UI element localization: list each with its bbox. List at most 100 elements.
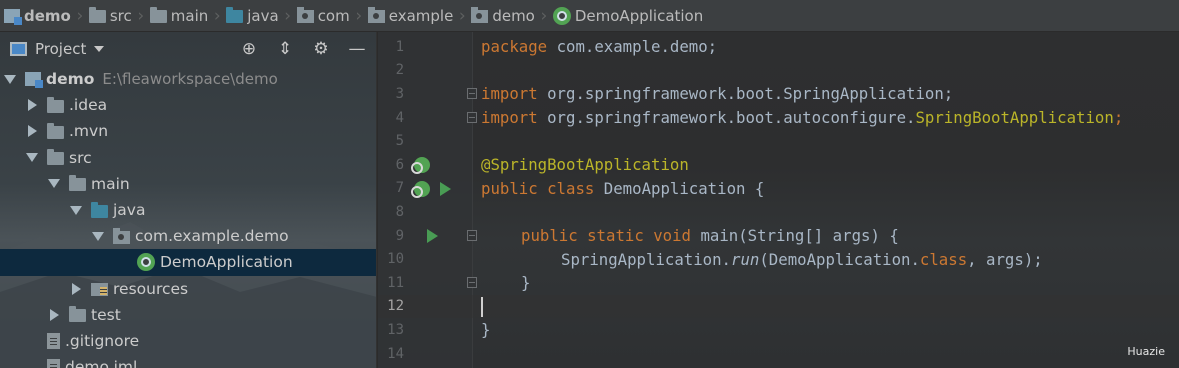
breadcrumb-item-src[interactable]: src xyxy=(88,0,132,32)
locate-file-icon[interactable]: ⊕ xyxy=(240,39,258,59)
run-icon[interactable] xyxy=(440,181,451,196)
code-line[interactable]: 7 public class DemoApplication { xyxy=(378,177,1179,201)
fold-marker-icon[interactable] xyxy=(467,277,477,288)
code-line-current[interactable]: 12 xyxy=(378,294,1179,319)
chevron-right-icon: › xyxy=(213,5,221,26)
tree-item-demo[interactable]: demo E:\fleaworkspace\demo xyxy=(0,66,376,92)
code-class-declaration: DemoApplication { xyxy=(594,178,765,198)
tree-item-idea[interactable]: .idea xyxy=(0,92,376,118)
breadcrumb-label: DemoApplication xyxy=(574,6,704,25)
code-line[interactable]: 10 SpringApplication.run(DemoApplication… xyxy=(378,247,1179,271)
gear-icon[interactable]: ⚙ xyxy=(312,39,330,59)
collapsed-arrow-icon[interactable] xyxy=(26,125,38,137)
fold-marker-icon[interactable] xyxy=(467,229,477,241)
code-import-path: org.springframework.boot.SpringApplicati… xyxy=(537,84,954,104)
code-line[interactable]: 14 xyxy=(378,342,1179,366)
breadcrumb-item-example[interactable]: example xyxy=(367,0,454,32)
spring-bean-gutter-icon[interactable] xyxy=(411,157,430,174)
code-text: public class DemoApplication { xyxy=(481,179,764,198)
code-line[interactable]: 2 xyxy=(378,59,1179,83)
expand-arrow-icon[interactable] xyxy=(70,204,82,216)
run-icon[interactable] xyxy=(427,228,438,243)
project-view-selector[interactable]: Project xyxy=(35,40,86,58)
code-line[interactable]: 6 @SpringBootApplication xyxy=(378,153,1179,177)
tree-item-label: demo xyxy=(46,70,95,89)
module-icon xyxy=(4,8,22,25)
line-number: 11 xyxy=(387,274,404,291)
code-line[interactable]: 5 xyxy=(378,129,1179,153)
keyword-class: class xyxy=(919,249,968,269)
code-class-ref: SpringApplication. xyxy=(561,249,732,269)
line-number: 7 xyxy=(395,180,404,197)
tree-item-label: java xyxy=(113,201,146,220)
tree-item-label: resources xyxy=(113,279,189,298)
tree-item-label: com.example.demo xyxy=(135,227,289,246)
breadcrumb-item-main[interactable]: main xyxy=(149,0,208,32)
tree-item-demoapplication[interactable]: DemoApplication xyxy=(0,249,376,276)
code-line[interactable]: 1 package com.example.demo; xyxy=(378,35,1179,59)
breadcrumb-item-com[interactable]: com xyxy=(296,0,350,32)
line-number: 5 xyxy=(395,133,404,150)
tree-item-resources[interactable]: resources xyxy=(0,276,376,302)
code-text: SpringApplication.run(DemoApplication.cl… xyxy=(561,250,1043,269)
tree-item-mvn[interactable]: .mvn xyxy=(0,118,376,144)
line-number: 13 xyxy=(387,321,404,338)
project-tree: demo E:\fleaworkspace\demo .idea .mvn sr… xyxy=(0,66,376,368)
code-text: import org.springframework.boot.SpringAp… xyxy=(481,84,953,103)
tree-item-com-example-demo[interactable]: com.example.demo xyxy=(0,223,376,249)
breadcrumb-item-demo-package[interactable]: demo xyxy=(471,0,535,32)
tree-item-label: .idea xyxy=(69,96,108,115)
fold-marker-icon[interactable] xyxy=(467,88,477,100)
tree-item-label: test xyxy=(91,305,121,324)
code-line[interactable]: 9 public static void main(String[] args)… xyxy=(378,224,1179,248)
line-number: 1 xyxy=(395,38,404,55)
spring-boot-gutter-icon[interactable] xyxy=(411,180,430,198)
tree-item-gitignore[interactable]: .gitignore xyxy=(0,328,376,354)
line-number: 8 xyxy=(395,203,404,220)
expand-arrow-icon[interactable] xyxy=(4,73,16,85)
breadcrumb-item-java[interactable]: java xyxy=(226,0,279,32)
collapse-all-icon[interactable]: ⇕ xyxy=(276,39,294,59)
breadcrumb-label: com xyxy=(317,6,350,25)
code-line[interactable]: 8 xyxy=(378,200,1179,224)
folder-icon xyxy=(47,122,64,139)
code-args-end: , args); xyxy=(967,249,1043,269)
code-line[interactable]: 4 import org.springframework.boot.autoco… xyxy=(378,106,1179,130)
fold-marker-icon[interactable] xyxy=(467,111,477,123)
tree-item-main[interactable]: main xyxy=(0,171,376,197)
code-line[interactable]: 3 import org.springframework.boot.Spring… xyxy=(378,82,1179,106)
chevron-down-icon[interactable] xyxy=(94,46,105,52)
code-method-signature: main(String[] args) { xyxy=(691,226,899,246)
keyword-public-static-void: public static void xyxy=(521,226,692,246)
code-line[interactable]: 11 } xyxy=(378,271,1179,295)
folder-icon xyxy=(69,175,86,192)
expand-arrow-icon[interactable] xyxy=(26,152,38,164)
collapsed-arrow-icon[interactable] xyxy=(26,99,38,111)
breadcrumb-label: example xyxy=(388,6,454,25)
code-import-path: org.springframework.boot.autoconfigure. xyxy=(537,108,916,128)
project-tool-window: Project ⊕ ⇕ ⚙ — demo E:\fleaworkspace\de… xyxy=(0,32,377,368)
tree-item-src[interactable]: src xyxy=(0,145,376,171)
code-line[interactable]: 13 } xyxy=(378,318,1179,342)
tree-item-demo-iml[interactable]: demo.iml xyxy=(0,354,376,368)
keyword-import: import xyxy=(481,84,538,104)
collapsed-arrow-icon[interactable] xyxy=(70,283,82,295)
resources-folder-icon xyxy=(91,283,108,297)
expand-arrow-icon[interactable] xyxy=(92,230,104,242)
breadcrumb-item-demoapplication[interactable]: DemoApplication xyxy=(552,0,704,32)
tree-item-test[interactable]: test xyxy=(0,302,376,328)
spring-boot-class-icon xyxy=(137,253,155,272)
collapsed-arrow-icon[interactable] xyxy=(48,309,60,321)
code-text: public static void main(String[] args) { xyxy=(521,226,899,245)
expand-arrow-icon[interactable] xyxy=(48,178,60,190)
code-text: @SpringBootApplication xyxy=(481,155,689,174)
package-icon xyxy=(367,7,385,23)
code-editor[interactable]: 1 package com.example.demo; 2 3 import o… xyxy=(378,32,1179,368)
breadcrumb-item-demo-module[interactable]: demo xyxy=(4,0,71,32)
hide-panel-icon[interactable]: — xyxy=(348,39,366,59)
tree-item-label: .mvn xyxy=(69,122,109,141)
tree-item-java[interactable]: java xyxy=(0,197,376,223)
package-icon xyxy=(471,7,489,23)
chevron-right-icon: › xyxy=(284,5,292,26)
breadcrumb-label: java xyxy=(247,6,279,25)
